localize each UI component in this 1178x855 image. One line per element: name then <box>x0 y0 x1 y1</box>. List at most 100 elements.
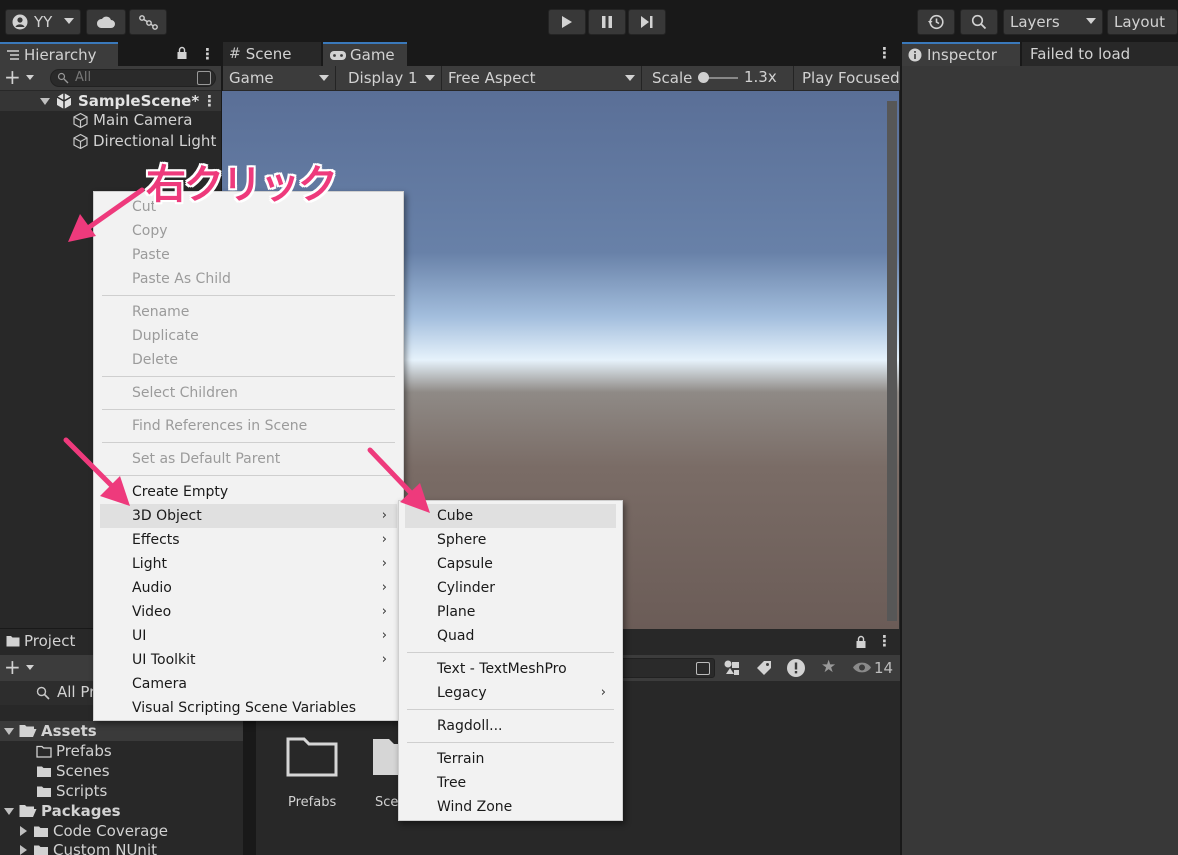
chevron-down-icon[interactable] <box>26 75 34 80</box>
menu-item-select-children[interactable]: Select Children <box>100 381 397 405</box>
menu-item-capsule[interactable]: Capsule <box>405 552 616 576</box>
game-scrollbar[interactable] <box>887 101 897 621</box>
more-options-icon[interactable]: ⋮ <box>877 632 892 650</box>
lock-icon[interactable] <box>176 46 188 60</box>
project-tree-scenes[interactable]: Scenes <box>36 761 110 781</box>
aspect-dropdown[interactable]: Free Aspect <box>442 66 642 90</box>
folder-icon[interactable] <box>371 733 401 777</box>
menu-item-effects[interactable]: Effects › <box>100 528 397 552</box>
tab-scene[interactable]: # Scene <box>223 42 321 66</box>
menu-item-ragdoll[interactable]: Ragdoll... <box>405 714 616 738</box>
expand-search-icon[interactable] <box>696 662 710 675</box>
menu-item-tree[interactable]: Tree <box>405 771 616 795</box>
project-tree-assets[interactable]: Assets <box>0 721 243 741</box>
chevron-down-icon[interactable] <box>4 728 14 735</box>
scale-slider[interactable]: Scale 1.3x <box>646 66 794 90</box>
menu-item-camera[interactable]: Camera <box>100 672 397 696</box>
add-icon[interactable]: + <box>4 655 21 679</box>
menu-item-create-empty[interactable]: Create Empty <box>100 480 397 504</box>
slider-thumb[interactable] <box>698 72 709 83</box>
menu-item-delete[interactable]: Delete <box>100 348 397 372</box>
warning-filter-icon[interactable] <box>786 658 806 678</box>
favorites-icon[interactable]: ★ <box>821 657 836 677</box>
menu-item-quad[interactable]: Quad <box>405 624 616 648</box>
expand-search-icon[interactable] <box>197 71 211 85</box>
menu-item-paste[interactable]: Paste <box>100 243 397 267</box>
menu-item-paste-as-child[interactable]: Paste As Child <box>100 267 397 291</box>
menu-item-legacy[interactable]: Legacy › <box>405 681 616 705</box>
menu-item-cube[interactable]: Cube <box>405 504 616 528</box>
scene-row[interactable]: SampleScene* ⋮ <box>0 91 221 111</box>
play-button[interactable] <box>548 9 586 35</box>
game-tabbar: # Scene Game ⋮ <box>223 42 900 66</box>
display-dropdown[interactable]: Display 1 <box>342 66 442 90</box>
folder-icon[interactable] <box>286 733 338 777</box>
layers-dropdown[interactable]: Layers <box>1003 9 1103 35</box>
search-button[interactable] <box>960 9 998 35</box>
menu-item-audio[interactable]: Audio › <box>100 576 397 600</box>
search-filter-label: All Pr <box>57 683 96 701</box>
chevron-right-icon[interactable] <box>20 826 27 836</box>
hierarchy-item-main-camera[interactable]: Main Camera <box>72 110 192 130</box>
tab-game[interactable]: Game <box>323 42 407 66</box>
menu-item-light[interactable]: Light › <box>100 552 397 576</box>
cloud-button[interactable] <box>86 9 126 35</box>
menu-item-duplicate[interactable]: Duplicate <box>100 324 397 348</box>
project-tree-prefabs[interactable]: Prefabs <box>36 741 112 761</box>
chevron-down-icon[interactable] <box>4 808 14 815</box>
menu-item-sphere[interactable]: Sphere <box>405 528 616 552</box>
chevron-down-icon[interactable] <box>26 665 34 670</box>
add-icon[interactable]: + <box>4 66 21 88</box>
game-mode-dropdown[interactable]: Game <box>223 66 336 90</box>
dropdown-label: Game <box>229 69 274 87</box>
tab-hierarchy[interactable]: Hierarchy <box>0 42 118 66</box>
lock-icon[interactable] <box>855 635 867 649</box>
collab-button[interactable] <box>129 9 167 35</box>
project-tree-scripts[interactable]: Scripts <box>36 781 107 801</box>
chevron-down-icon[interactable] <box>40 98 50 105</box>
project-tree-code-coverage[interactable]: Code Coverage <box>20 821 168 841</box>
tab-project[interactable]: Project <box>0 629 100 653</box>
more-options-icon[interactable]: ⋮ <box>200 45 215 63</box>
menu-item-rename[interactable]: Rename <box>100 300 397 324</box>
layout-dropdown[interactable]: Layout <box>1107 9 1178 35</box>
play-focused-dropdown[interactable]: Play Focused <box>796 66 900 90</box>
more-options-icon[interactable]: ⋮ <box>877 44 892 62</box>
project-splitter[interactable] <box>243 723 256 855</box>
tree-label: Scripts <box>56 782 108 800</box>
folder-icon <box>33 825 49 838</box>
menu-item-terrain[interactable]: Terrain <box>405 747 616 771</box>
undo-history-button[interactable] <box>917 9 955 35</box>
menu-item-cylinder[interactable]: Cylinder <box>405 576 616 600</box>
menu-item-ui-toolkit[interactable]: UI Toolkit › <box>100 648 397 672</box>
pause-icon <box>601 15 613 29</box>
pause-button[interactable] <box>588 9 626 35</box>
chevron-down-icon <box>64 18 74 24</box>
step-button[interactable] <box>628 9 666 35</box>
search-input[interactable]: All <box>50 69 216 87</box>
menu-item-copy[interactable]: Copy <box>100 219 397 243</box>
project-tree-custom-nunit[interactable]: Custom NUnit <box>20 840 157 855</box>
menu-item-wind-zone[interactable]: Wind Zone <box>405 795 616 819</box>
menu-item-label: Effects <box>132 532 180 548</box>
menu-item-visual-scripting-scene-variables[interactable]: Visual Scripting Scene Variables <box>100 696 397 720</box>
menu-item-set-default-parent[interactable]: Set as Default Parent <box>100 447 397 471</box>
account-dropdown[interactable]: YY <box>5 9 81 35</box>
menu-item-ui[interactable]: UI › <box>100 624 397 648</box>
menu-item-text-meshpro[interactable]: Text - TextMeshPro <box>405 657 616 681</box>
project-tree-packages[interactable]: Packages <box>0 801 243 821</box>
chevron-right-icon[interactable] <box>20 845 27 855</box>
filter-by-type-icon[interactable] <box>723 659 741 677</box>
tree-label: Code Coverage <box>53 822 169 840</box>
filter-by-label-icon[interactable] <box>755 659 773 677</box>
tab-inspector[interactable]: Inspector <box>902 42 1020 66</box>
tab-failed-to-load[interactable]: Failed to load <box>1022 42 1178 66</box>
menu-item-plane[interactable]: Plane <box>405 600 616 624</box>
menu-item-find-references[interactable]: Find References in Scene <box>100 414 397 438</box>
menu-item-3d-object[interactable]: 3D Object › <box>100 504 397 528</box>
hierarchy-item-directional-light[interactable]: Directional Light <box>72 131 216 151</box>
more-options-icon[interactable]: ⋮ <box>202 91 217 111</box>
tree-label: Assets <box>41 722 97 740</box>
menu-item-video[interactable]: Video › <box>100 600 397 624</box>
visibility-icon[interactable] <box>852 661 872 674</box>
